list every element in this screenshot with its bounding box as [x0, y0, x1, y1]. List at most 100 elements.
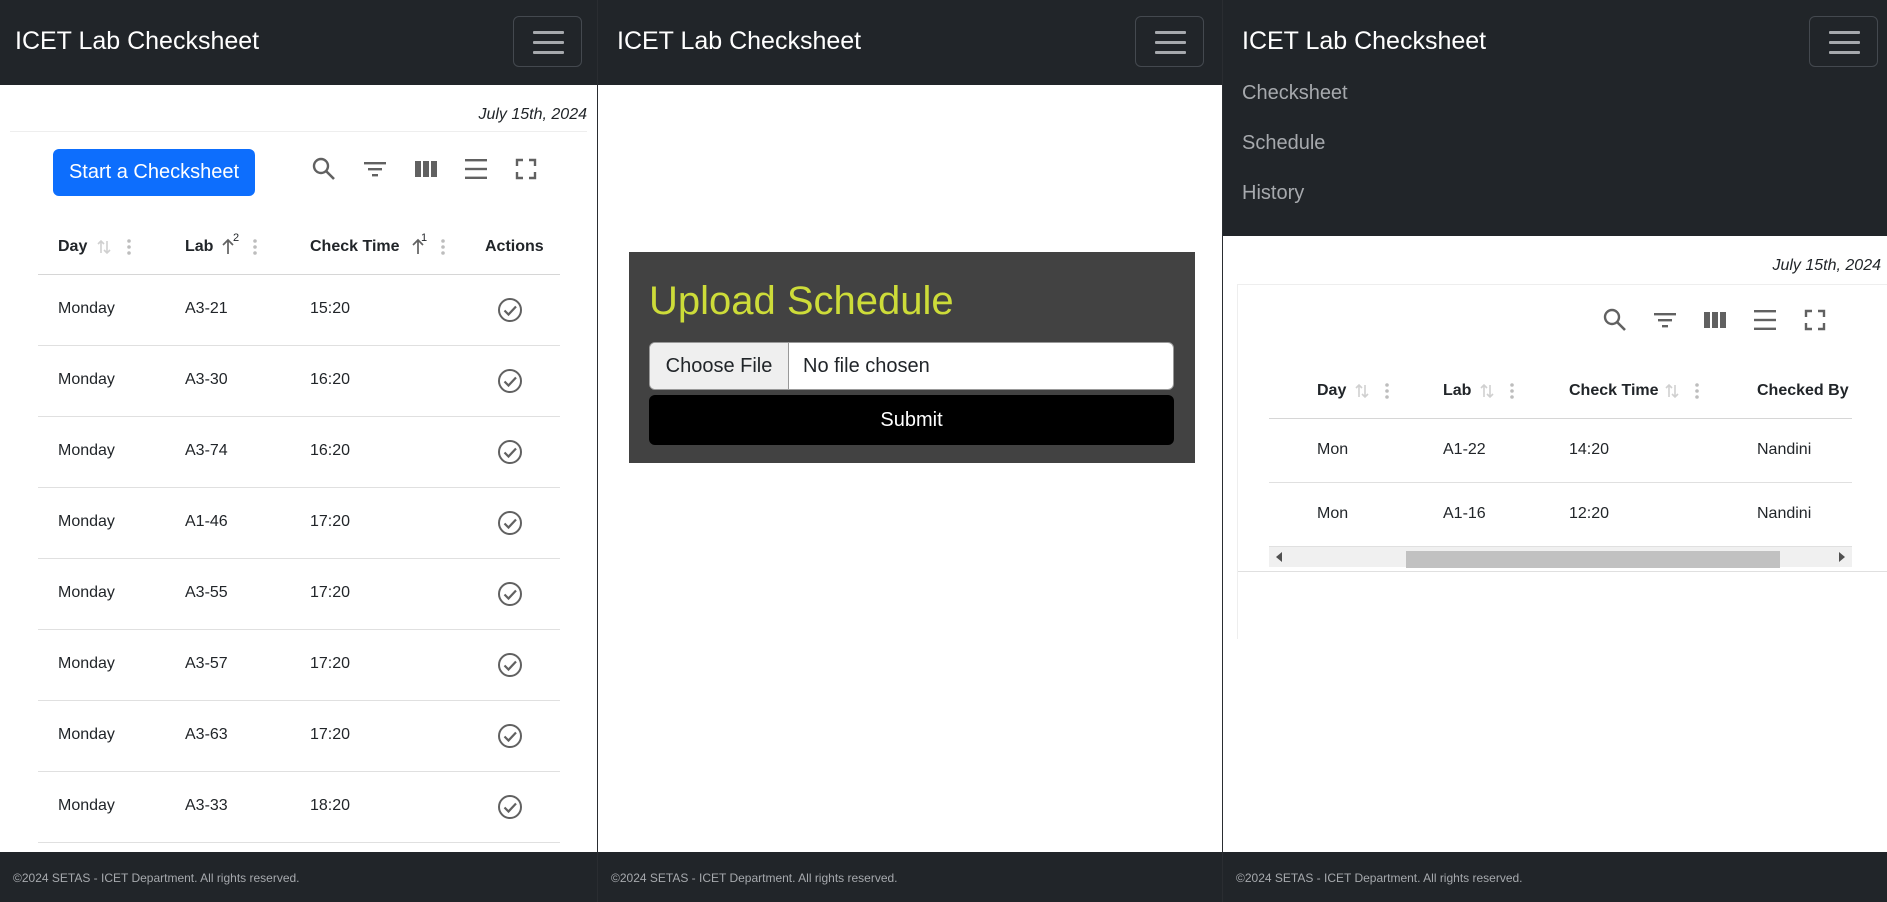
brand-title[interactable]: ICET Lab Checksheet: [1242, 27, 1486, 56]
column-menu-icon[interactable]: [1509, 382, 1515, 400]
cell-lab: A3-57: [185, 655, 228, 672]
menu-icon-bar: [1829, 31, 1860, 34]
cell-day: Monday: [58, 584, 115, 601]
check-circle-icon[interactable]: [497, 652, 523, 678]
column-menu-icon[interactable]: [1694, 382, 1700, 400]
footer: ©2024 SETAS - ICET Department. All right…: [0, 852, 597, 902]
search-icon[interactable]: [310, 155, 338, 183]
row-divider: [38, 345, 560, 346]
horizontal-scrollbar[interactable]: [1269, 546, 1852, 568]
row-divider: [38, 629, 560, 630]
file-input[interactable]: Choose File No file chosen: [649, 342, 1174, 390]
check-circle-icon[interactable]: [497, 723, 523, 749]
column-header-checked-by[interactable]: Checked By: [1757, 382, 1849, 400]
footer: ©2024 SETAS - ICET Department. All right…: [1223, 852, 1887, 902]
cell-check-time: 17:20: [310, 513, 351, 530]
scrollbar-thumb[interactable]: [1406, 551, 1780, 568]
menu-toggle-button[interactable]: [1135, 16, 1204, 67]
current-date: July 15th, 2024: [478, 106, 587, 123]
row-divider: [1269, 482, 1852, 483]
check-circle-icon[interactable]: [497, 368, 523, 394]
cell-check-time: 15:20: [310, 300, 351, 317]
nav-link-history[interactable]: History: [1242, 182, 1304, 205]
sort-icon[interactable]: [1479, 382, 1495, 400]
scroll-left-arrow[interactable]: [1276, 552, 1282, 562]
cell-lab: A3-55: [185, 584, 228, 601]
menu-icon-bar: [533, 41, 564, 44]
table-toolbar: [310, 155, 538, 185]
sort-icon[interactable]: [1354, 382, 1370, 400]
cell-day: Mon: [1317, 505, 1349, 522]
filter-icon[interactable]: [361, 155, 389, 183]
columns-icon[interactable]: [412, 155, 440, 183]
menu-toggle-button[interactable]: [1809, 16, 1878, 67]
cell-lab: A3-21: [185, 300, 228, 317]
column-menu-icon[interactable]: [126, 238, 132, 256]
menu-icon-bar: [1829, 51, 1860, 54]
cell-check-time: 12:20: [1569, 505, 1610, 522]
column-header-lab[interactable]: Lab: [1443, 382, 1471, 400]
brand-title[interactable]: ICET Lab Checksheet: [15, 27, 259, 56]
navbar: ICET Lab Checksheet: [0, 0, 597, 85]
header-divider: [38, 274, 560, 275]
column-header-day[interactable]: Day: [58, 238, 87, 256]
column-header-day[interactable]: Day: [1317, 382, 1346, 400]
divider: [10, 131, 587, 132]
table-footer: [1238, 571, 1887, 639]
filter-icon[interactable]: [1651, 306, 1679, 334]
cell-day: Monday: [58, 442, 115, 459]
cell-checked-by: Nandini: [1757, 441, 1812, 458]
check-circle-icon[interactable]: [497, 297, 523, 323]
row-divider: [38, 487, 560, 488]
column-menu-icon[interactable]: [440, 238, 446, 256]
sort-order-badge: 2: [233, 232, 240, 244]
fullscreen-icon[interactable]: [512, 155, 540, 183]
navbar-expanded: ICET Lab Checksheet Checksheet Schedule …: [1223, 0, 1887, 236]
start-checksheet-button[interactable]: Start a Checksheet: [53, 149, 255, 196]
navbar: ICET Lab Checksheet: [598, 0, 1222, 85]
upload-panel: ICET Lab Checksheet Upload Schedule Choo…: [597, 0, 1222, 902]
column-header-actions: Actions: [485, 238, 544, 255]
cell-check-time: 17:20: [310, 655, 351, 672]
menu-icon-bar: [1155, 31, 1186, 34]
header-divider: [1269, 418, 1852, 419]
column-menu-icon[interactable]: [1384, 382, 1390, 400]
row-divider: [38, 700, 560, 701]
check-circle-icon[interactable]: [497, 439, 523, 465]
cell-day: Mon: [1317, 441, 1349, 458]
brand-title[interactable]: ICET Lab Checksheet: [617, 27, 861, 56]
column-header-lab[interactable]: Lab: [185, 238, 213, 256]
sort-icon[interactable]: [1664, 382, 1680, 400]
submit-button[interactable]: Submit: [649, 395, 1174, 445]
choose-file-button[interactable]: Choose File: [650, 343, 789, 389]
column-menu-icon[interactable]: [252, 238, 258, 256]
cell-lab: A3-30: [185, 371, 228, 388]
cell-day: Monday: [58, 513, 115, 530]
density-icon[interactable]: [462, 155, 490, 183]
check-circle-icon[interactable]: [497, 581, 523, 607]
search-icon[interactable]: [1601, 306, 1629, 334]
columns-icon[interactable]: [1701, 306, 1729, 334]
fullscreen-icon[interactable]: [1801, 306, 1829, 334]
cell-day: Monday: [58, 726, 115, 743]
column-header-check-time[interactable]: Check Time: [310, 238, 400, 256]
cell-lab: A1-22: [1443, 441, 1486, 458]
table-card: [1237, 284, 1887, 639]
nav-link-schedule[interactable]: Schedule: [1242, 132, 1325, 155]
upload-schedule-card: Upload Schedule Choose File No file chos…: [629, 252, 1195, 463]
check-circle-icon[interactable]: [497, 794, 523, 820]
cell-day: Monday: [58, 300, 115, 317]
footer-copyright: ©2024 SETAS - ICET Department. All right…: [13, 871, 300, 885]
sort-icon[interactable]: [96, 238, 112, 256]
column-header-check-time[interactable]: Check Time: [1569, 382, 1659, 400]
check-circle-icon[interactable]: [497, 510, 523, 536]
menu-toggle-button[interactable]: [513, 16, 582, 67]
cell-lab: A3-74: [185, 442, 228, 459]
density-icon[interactable]: [1751, 306, 1779, 334]
cell-check-time: 16:20: [310, 442, 351, 459]
nav-link-checksheet[interactable]: Checksheet: [1242, 82, 1348, 105]
upload-title: Upload Schedule: [649, 279, 954, 323]
row-divider: [38, 771, 560, 772]
cell-check-time: 17:20: [310, 584, 351, 601]
scroll-right-arrow[interactable]: [1839, 552, 1845, 562]
